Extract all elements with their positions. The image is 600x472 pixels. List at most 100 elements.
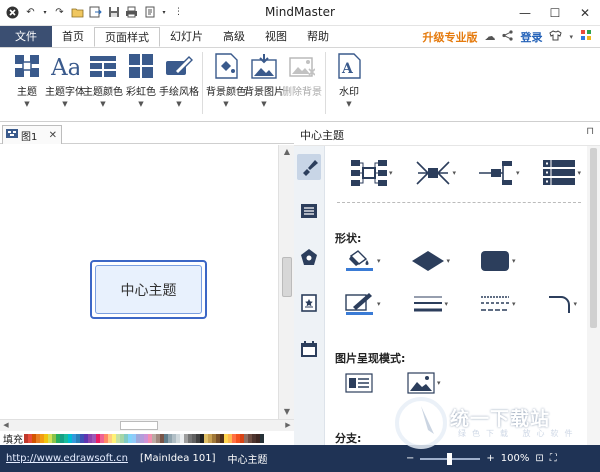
layout-mindmap-button[interactable]: ▾ bbox=[351, 158, 393, 188]
maximize-icon[interactable]: ☐ bbox=[540, 0, 570, 26]
ribbon-delete-bg-button[interactable]: 删除背景 bbox=[282, 52, 322, 98]
clipart-icon[interactable] bbox=[297, 244, 321, 270]
close-icon[interactable]: ✕ bbox=[570, 0, 600, 26]
app-logo-icon[interactable] bbox=[6, 6, 19, 19]
ribbon-font-button[interactable]: Aa 主题字体 ▼ bbox=[45, 52, 85, 108]
quick-access-toolbar: ↶ ▾ ↷ ▾ ⋮ bbox=[0, 6, 185, 19]
color-swatches[interactable] bbox=[24, 433, 264, 443]
save-icon[interactable] bbox=[107, 6, 120, 19]
fill-color-button[interactable]: ▾ bbox=[345, 250, 381, 272]
cloud-icon[interactable]: ☁ bbox=[484, 30, 495, 43]
scroll-left-icon[interactable]: ◀ bbox=[0, 420, 12, 431]
zoom-level: 100% bbox=[500, 453, 530, 464]
color-swatch[interactable] bbox=[260, 433, 264, 443]
status-topic: 中心主题 bbox=[227, 455, 268, 466]
ribbon-bg-image-button[interactable]: 背景图片 ▼ bbox=[244, 52, 284, 108]
central-topic-node[interactable]: 中心主题 bbox=[90, 260, 207, 319]
outline-list-icon[interactable] bbox=[297, 198, 321, 224]
scroll-right-icon[interactable]: ▶ bbox=[282, 420, 294, 431]
scroll-up-icon[interactable]: ▲ bbox=[279, 145, 295, 159]
fill-color-palette: 填充 bbox=[0, 431, 294, 446]
chevron-down-icon[interactable]: ▾ bbox=[569, 33, 573, 41]
central-topic-text[interactable]: 中心主题 bbox=[95, 265, 202, 314]
line-color-button[interactable]: ▾ bbox=[345, 292, 381, 316]
open-icon[interactable] bbox=[71, 6, 84, 19]
scroll-thumb[interactable] bbox=[282, 257, 292, 297]
apps-icon[interactable] bbox=[580, 29, 592, 44]
export-icon[interactable] bbox=[89, 6, 102, 19]
shape-select-button[interactable]: ▾ bbox=[411, 250, 451, 272]
fullscreen-icon[interactable]: ⛶ bbox=[550, 453, 557, 464]
ribbon-theme-color-button[interactable]: 主题颜色 ▼ bbox=[83, 52, 123, 108]
panel-scrollbar[interactable] bbox=[587, 146, 600, 445]
panel-title: 中心主题 bbox=[300, 129, 344, 142]
layout-org-button[interactable]: ▾ bbox=[478, 158, 520, 188]
zoom-in-icon[interactable]: + bbox=[486, 453, 494, 464]
image-fill-button[interactable]: ▾ bbox=[407, 372, 441, 394]
corner-style-button[interactable]: ▾ bbox=[548, 294, 577, 314]
menu-advanced[interactable]: 高级 bbox=[213, 26, 255, 47]
shirt-icon[interactable] bbox=[549, 29, 563, 44]
zoom-slider-knob[interactable] bbox=[447, 452, 453, 465]
rounded-rect-button[interactable]: ▾ bbox=[480, 250, 516, 272]
scroll-thumb[interactable] bbox=[120, 421, 158, 430]
fit-page-icon[interactable]: ⊡ bbox=[535, 453, 543, 464]
line-weight-button[interactable]: ▾ bbox=[413, 294, 449, 314]
layout-options: ▾ ▾ ▾ ▾ bbox=[333, 158, 581, 188]
menu-slides[interactable]: 幻灯片 bbox=[160, 26, 213, 47]
menu-page-style[interactable]: 页面样式 bbox=[94, 27, 160, 47]
calendar-icon[interactable] bbox=[297, 336, 321, 362]
ribbon-theme-button[interactable]: 主题 ▼ bbox=[9, 52, 45, 108]
redo-icon[interactable]: ↷ bbox=[53, 6, 66, 19]
image-left-button[interactable] bbox=[345, 373, 373, 393]
chevron-down-icon[interactable]: ▾ bbox=[161, 6, 167, 19]
chevron-down-icon: ▾ bbox=[377, 300, 381, 308]
svg-text:Aa: Aa bbox=[51, 55, 79, 79]
ribbon-rainbow-button[interactable]: 彩虹色 ▼ bbox=[123, 52, 159, 108]
scroll-thumb[interactable] bbox=[590, 148, 597, 328]
share-icon[interactable] bbox=[502, 29, 514, 44]
chevron-down-icon: ▼ bbox=[24, 100, 30, 108]
ribbon-handdrawn-button[interactable]: 手绘风格 ▼ bbox=[159, 52, 199, 108]
website-link[interactable]: http://www.edrawsoft.cn bbox=[6, 453, 128, 464]
chevron-down-icon[interactable]: ▾ bbox=[42, 6, 48, 19]
print-icon[interactable] bbox=[125, 6, 138, 19]
menu-home[interactable]: 首页 bbox=[52, 26, 94, 47]
zoom-slider[interactable] bbox=[420, 452, 481, 465]
chevron-down-icon: ▼ bbox=[100, 100, 106, 108]
canvas-vertical-scrollbar[interactable]: ▲ ▼ bbox=[278, 145, 294, 419]
chevron-down-icon: ▼ bbox=[223, 100, 229, 108]
login-link[interactable]: 登录 bbox=[520, 29, 542, 45]
chevron-down-icon: ▼ bbox=[138, 100, 144, 108]
document-tab-label: 图1 bbox=[21, 131, 38, 143]
window-controls: — ☐ ✕ bbox=[510, 0, 600, 26]
bookmark-icon[interactable] bbox=[297, 290, 321, 316]
chevron-down-icon: ▾ bbox=[444, 300, 449, 308]
rainbow-icon bbox=[127, 52, 155, 80]
layout-list-button[interactable]: ▾ bbox=[542, 158, 581, 188]
image-mode-row: ▾ bbox=[345, 372, 441, 394]
layout-tree-button[interactable]: ▾ bbox=[415, 158, 456, 188]
ribbon-watermark-button[interactable]: A 水印 ▼ bbox=[331, 52, 367, 108]
close-tab-icon[interactable]: ✕ bbox=[49, 130, 57, 141]
canvas-horizontal-scrollbar[interactable]: ◀ ▶ bbox=[0, 419, 294, 431]
zoom-out-icon[interactable]: − bbox=[406, 453, 414, 464]
more-icon[interactable]: ⋮ bbox=[172, 6, 185, 19]
menu-view[interactable]: 视图 bbox=[255, 26, 297, 47]
upgrade-link[interactable]: 升级专业版 bbox=[422, 29, 477, 45]
style-brush-icon[interactable] bbox=[297, 154, 321, 180]
diamond-shape-icon bbox=[411, 251, 444, 271]
minimize-icon[interactable]: — bbox=[510, 0, 540, 26]
undo-icon[interactable]: ↶ bbox=[24, 6, 37, 19]
scroll-down-icon[interactable]: ▼ bbox=[279, 405, 295, 419]
chevron-down-icon: ▾ bbox=[446, 257, 451, 265]
menu-help[interactable]: 帮助 bbox=[297, 26, 339, 47]
line-dash-button[interactable]: ▾ bbox=[480, 294, 516, 314]
org-layout-icon bbox=[479, 161, 513, 185]
menu-file[interactable]: 文件 bbox=[0, 26, 52, 47]
ribbon-bg-color-button[interactable]: 背景颜色 ▼ bbox=[206, 52, 246, 108]
document-tab[interactable]: 图1 ✕ bbox=[2, 125, 62, 144]
chevron-down-icon: ▼ bbox=[62, 100, 68, 108]
pin-icon[interactable]: ⊓ bbox=[586, 126, 594, 137]
page-setup-icon[interactable] bbox=[143, 6, 156, 19]
